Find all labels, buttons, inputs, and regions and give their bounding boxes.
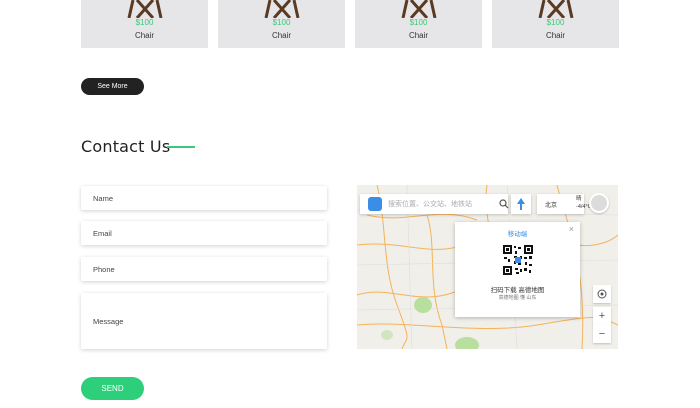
zoom-out-button[interactable]: − (593, 325, 611, 343)
phone-placeholder: Phone (93, 265, 115, 274)
product-card[interactable]: $100 Chair (81, 0, 208, 48)
contact-title: Contact Us (81, 137, 171, 156)
name-placeholder: Name (93, 194, 114, 203)
email-placeholder: Email (93, 229, 112, 238)
directions-icon (517, 198, 525, 210)
product-price: $100 (135, 18, 154, 27)
close-icon[interactable]: × (569, 224, 574, 234)
chair-image (264, 0, 299, 18)
locate-button[interactable] (593, 285, 611, 303)
product-name: Chair (545, 31, 566, 40)
email-field[interactable]: Email (81, 221, 327, 245)
mobile-download-popup: 移动端 × 扫码下载 高德地图 高德地图 懂 山东 (455, 222, 580, 317)
map-search-placeholder: 搜索位置、公交站、地铁站 (388, 201, 472, 208)
avatar[interactable] (589, 193, 609, 213)
chair-image (127, 0, 162, 18)
message-field[interactable]: Message (81, 293, 327, 349)
locate-icon (597, 289, 607, 299)
see-more-button[interactable]: See More (81, 78, 144, 95)
product-card[interactable]: $100 Chair (218, 0, 345, 48)
map-logo-icon (368, 197, 382, 211)
map-embed[interactable]: 搜索位置、公交站、地铁站 北京 晴 -4/4°C 移动端 × 扫码下载 高德地图… (357, 185, 618, 349)
title-underline (167, 146, 195, 148)
phone-field[interactable]: Phone (81, 257, 327, 281)
popup-subtext: 高德地图 懂 山东 (498, 295, 537, 301)
chair-image (401, 0, 436, 18)
qr-code-image (502, 244, 534, 276)
popup-download-text: 扫码下载 高德地图 (490, 287, 545, 294)
zoom-in-button[interactable]: + (593, 307, 611, 325)
directions-button[interactable] (511, 194, 531, 214)
chair-image (538, 0, 573, 18)
send-button[interactable]: SEND (81, 377, 144, 400)
map-search-box[interactable]: 搜索位置、公交站、地铁站 (360, 194, 509, 214)
name-field[interactable]: Name (81, 186, 327, 210)
product-price: $100 (272, 18, 291, 27)
product-name: Chair (271, 31, 292, 40)
search-icon[interactable] (499, 199, 509, 209)
product-name: Chair (408, 31, 429, 40)
message-placeholder: Message (93, 317, 124, 326)
city-label: 北京 (545, 203, 558, 209)
product-name: Chair (134, 31, 155, 40)
product-card[interactable]: $100 Chair (355, 0, 482, 48)
product-card[interactable]: $100 Chair (492, 0, 619, 48)
popup-title: 移动端 (507, 231, 528, 238)
product-price: $100 (546, 18, 565, 27)
product-price: $100 (409, 18, 428, 27)
